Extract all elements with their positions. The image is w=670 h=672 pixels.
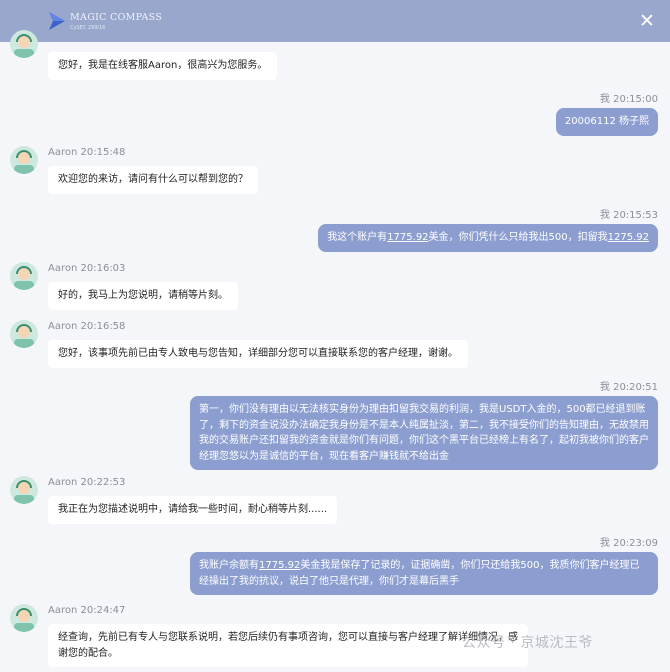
message-meta-user: 我 20:23:09 (599, 538, 658, 549)
agent-avatar (10, 30, 38, 58)
message-bubble-user: 20006112 杨子熙 (555, 108, 658, 136)
agent-avatar (10, 320, 38, 348)
brand-name: MAGIC COMPASS (70, 12, 163, 23)
message-meta-user: 我 20:20:51 (599, 382, 658, 393)
message-bubble-agent: 经查询，先前已有专人与您联系说明，若您后续仍有事项咨询，您可以直接与客户经理了解… (48, 624, 528, 667)
message-meta-agent: Aaron 20:16:03 (48, 263, 126, 274)
agent-avatar (10, 476, 38, 504)
message-text: 我账户余额有 (199, 560, 259, 571)
message-bubble-agent: 我正在为您描述说明中，请给我一些时间，耐心稍等片刻...... (48, 496, 338, 524)
amount-highlight: 1775.92 (387, 232, 429, 243)
message-meta-agent: Aaron 20:22:53 (48, 477, 126, 488)
agent-avatar (10, 262, 38, 290)
amount-highlight: 1275.92 (607, 232, 649, 243)
compass-logo-icon (49, 12, 65, 30)
message-text: 美金，你们凭什么只给我出500，扣留我 (428, 232, 608, 243)
amount-highlight: 1775.92 (259, 560, 301, 571)
message-bubble-agent: 您好，我是在线客服Aaron，很高兴为您服务。 (48, 52, 278, 80)
message-bubble-user: 我账户余额有1775.92美金我是保存了记录的，证据确凿，你们只还给我500，我… (190, 552, 658, 595)
message-bubble-user: 我这个账户有1775.92美金，你们凭什么只给我出500，扣留我1275.92 (318, 224, 658, 252)
message-bubble-agent: 您好，该事项先前已由专人致电与您告知，详细部分您可以直接联系您的客户经理，谢谢。 (48, 340, 468, 368)
brand-logo: MAGIC COMPASS CySEC 299/16 (48, 10, 248, 36)
message-meta-user: 我 20:15:53 (599, 210, 658, 221)
brand-subtitle: CySEC 299/16 (70, 25, 106, 31)
chat-header: MAGIC COMPASS CySEC 299/16 ✕ (0, 0, 670, 42)
agent-avatar (10, 146, 38, 174)
watermark-text: 公众号 · 京城沈王爷 (462, 635, 593, 651)
message-bubble-agent: 欢迎您的来访，请问有什么可以帮到您的？ (48, 166, 258, 194)
close-button[interactable]: ✕ (636, 10, 658, 32)
message-text: 我这个账户有 (327, 232, 388, 243)
message-meta-user: 我 20:15:00 (599, 94, 658, 105)
message-bubble-agent: 好的，我马上为您说明，请稍等片刻。 (48, 282, 238, 310)
agent-avatar (10, 604, 38, 632)
message-bubble-user: 第一，你们没有理由以无法核实身份为理由扣留我交易的利润，我是USDT入金的，50… (190, 396, 658, 470)
message-meta-agent: Aaron 20:15:48 (48, 147, 126, 158)
message-meta-agent: Aaron 20:24:47 (48, 605, 126, 616)
message-meta-agent: Aaron 20:16:58 (48, 321, 126, 332)
